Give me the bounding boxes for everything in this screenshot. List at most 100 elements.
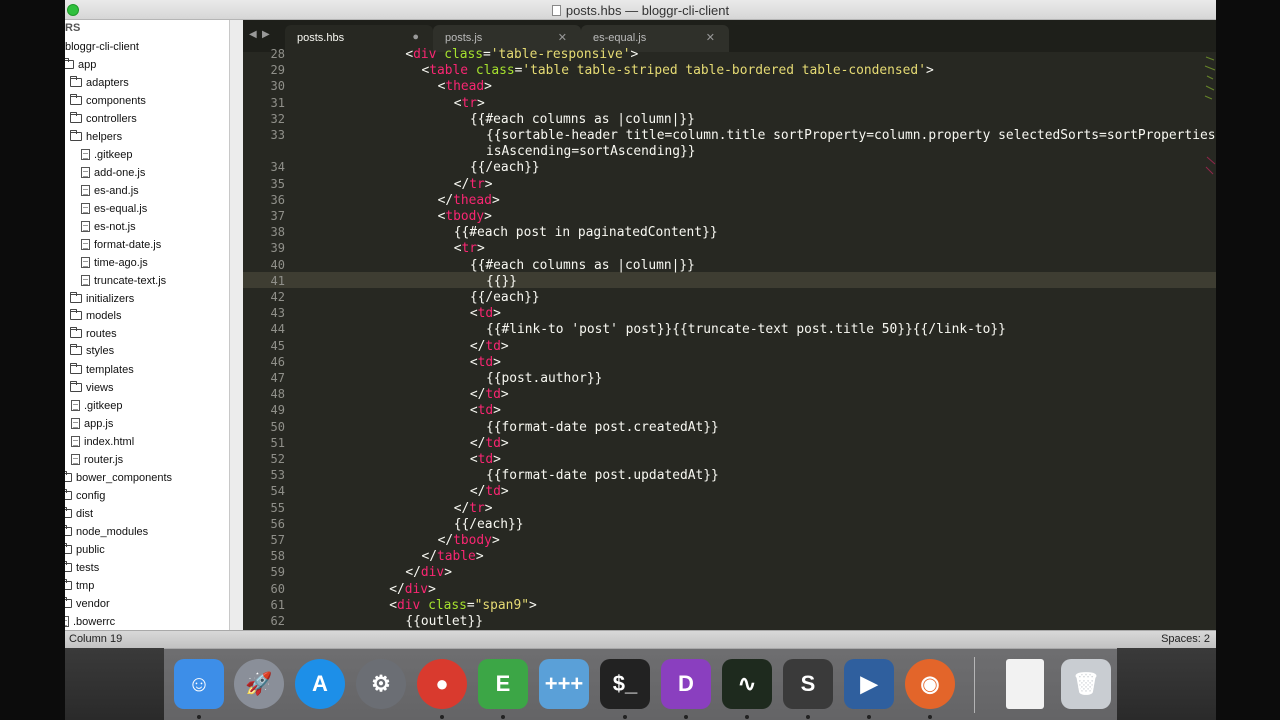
tables-icon[interactable]: +++ xyxy=(539,659,589,709)
tree-item-label: styles xyxy=(86,344,115,357)
code-token: = xyxy=(466,597,475,613)
code-token: {{#link-to 'post' post}}{{truncate-text … xyxy=(485,322,1006,338)
finder-icon[interactable]: ☺ xyxy=(174,659,224,709)
line-number: 48 xyxy=(270,387,285,402)
running-indicator xyxy=(623,715,627,719)
line-number: 43 xyxy=(270,306,285,321)
code-line: {{#each columns as |column|}} xyxy=(470,112,695,127)
line-number: 46 xyxy=(270,354,285,369)
folder-item[interactable]: routes xyxy=(70,325,117,342)
tree-item-label: index.html xyxy=(84,435,135,448)
file-item[interactable]: app.js xyxy=(68,415,113,432)
folder-item[interactable]: node_modules xyxy=(65,523,148,540)
code-token: {{sortable-header title=column.title sor… xyxy=(485,128,1216,143)
code-line: {{/each}} xyxy=(470,160,540,175)
folder-item[interactable]: models xyxy=(70,307,121,324)
launchpad-icon[interactable]: 🚀 xyxy=(234,659,284,709)
folder-item[interactable]: styles xyxy=(70,342,114,359)
folder-item[interactable]: controllers xyxy=(70,110,137,127)
tree-item-label: truncate-text.js xyxy=(94,274,167,287)
indentation-setting[interactable]: Spaces: 2 xyxy=(1161,633,1210,645)
file-item[interactable]: .bowerrc xyxy=(65,613,115,630)
code-line: {{}} xyxy=(486,274,517,289)
folder-item[interactable]: components xyxy=(70,92,146,109)
tab-prev-icon[interactable]: ◀ xyxy=(249,29,257,40)
folder-item[interactable]: helpers xyxy=(70,128,122,145)
code-token: > xyxy=(500,484,509,500)
status-bar: Column 19 Spaces: 2 xyxy=(65,630,1216,648)
folder-icon xyxy=(65,561,72,572)
screenflow-icon[interactable]: ▶ xyxy=(844,659,894,709)
file-icon xyxy=(71,436,80,447)
folder-item[interactable]: bower_components xyxy=(65,469,172,486)
activity-monitor-icon[interactable]: ∿ xyxy=(722,659,772,709)
code-line: <table class='table table-striped table-… xyxy=(421,63,933,78)
tag-token: table xyxy=(429,63,469,79)
project-sidebar: RS bloggr-cli-client app adapters component… xyxy=(65,20,230,630)
tree-item-label: routes xyxy=(86,327,117,340)
desktop: ☺ 🚀 A ⚙ ● E +++ $_ D ∿ S ▶ ◉ 🗑 xyxy=(65,648,1216,720)
evernote-icon[interactable]: E xyxy=(478,659,528,709)
tree-item-label: dist xyxy=(76,507,94,520)
file-item[interactable]: add-one.js xyxy=(81,164,145,181)
code-token: > xyxy=(484,176,493,192)
app-store-icon[interactable]: A xyxy=(295,659,345,709)
file-item[interactable]: es-and.js xyxy=(81,182,139,199)
code-line: </tbody> xyxy=(438,533,500,548)
code-token: > xyxy=(493,452,501,467)
file-item[interactable]: .gitkeep xyxy=(68,397,123,414)
folder-item[interactable]: config xyxy=(65,487,105,504)
right-letterbox xyxy=(1216,0,1280,720)
minimap[interactable] xyxy=(1204,52,1216,182)
document-icon[interactable] xyxy=(1006,659,1044,709)
code-line: {{#each columns as |column|}} xyxy=(470,258,695,273)
tree-item-label: time-ago.js xyxy=(94,256,148,269)
file-item[interactable]: time-ago.js xyxy=(81,254,148,271)
file-item[interactable]: es-not.js xyxy=(81,218,136,235)
file-item[interactable]: format-date.js xyxy=(81,236,161,253)
close-tab-icon[interactable]: ✕ xyxy=(558,31,567,44)
trash-icon[interactable]: 🗑 xyxy=(1061,659,1111,709)
tree-item-label: .gitkeep xyxy=(84,399,123,412)
line-number: 38 xyxy=(270,225,285,240)
firefox-icon[interactable]: ◉ xyxy=(905,659,955,709)
file-item[interactable]: es-equal.js xyxy=(81,200,147,217)
file-item[interactable]: truncate-text.js xyxy=(81,272,166,289)
unsaved-dot-icon[interactable]: ● xyxy=(412,31,419,43)
file-icon xyxy=(81,275,90,286)
folder-item[interactable]: app xyxy=(65,56,96,73)
line-number: 45 xyxy=(270,338,285,353)
folder-item[interactable]: templates xyxy=(70,361,134,378)
tab-next-icon[interactable]: ▶ xyxy=(262,29,270,40)
code-line: {{/each}} xyxy=(454,517,524,532)
sublime-text-icon[interactable]: S xyxy=(783,659,833,709)
window-title: posts.hbs — bloggr-cli-client xyxy=(65,3,1216,18)
folder-item[interactable]: tmp xyxy=(65,577,94,594)
tag-token: table xyxy=(437,549,476,565)
folder-item[interactable]: views xyxy=(70,379,114,396)
folder-item[interactable]: bloggr-cli-client xyxy=(65,38,139,55)
code-token: > xyxy=(484,209,492,224)
dash-icon[interactable]: D xyxy=(661,659,711,709)
system-preferences-icon[interactable]: ⚙ xyxy=(356,659,406,709)
tree-item-label: .gitkeep xyxy=(94,148,133,161)
terminal-icon[interactable]: $_ xyxy=(600,659,650,709)
folder-item[interactable]: tests xyxy=(65,559,99,576)
tag-token: td xyxy=(485,484,501,500)
code-token: < xyxy=(469,452,478,467)
chrome-icon[interactable]: ● xyxy=(417,659,467,709)
folder-item[interactable]: initializers xyxy=(70,290,134,307)
code-token: > xyxy=(484,79,492,95)
file-item[interactable]: index.html xyxy=(68,433,134,450)
line-number: 31 xyxy=(270,95,285,110)
folder-icon xyxy=(65,507,72,518)
file-item[interactable]: router.js xyxy=(68,451,123,468)
folder-item[interactable]: public xyxy=(65,541,105,558)
code-token: > xyxy=(500,387,509,403)
folder-item[interactable]: dist xyxy=(65,505,93,522)
file-item[interactable]: .gitkeep xyxy=(81,146,133,163)
folder-item[interactable]: vendor xyxy=(65,595,110,612)
running-indicator xyxy=(867,715,871,719)
close-tab-icon[interactable]: ✕ xyxy=(706,31,715,44)
folder-item[interactable]: adapters xyxy=(70,74,129,91)
